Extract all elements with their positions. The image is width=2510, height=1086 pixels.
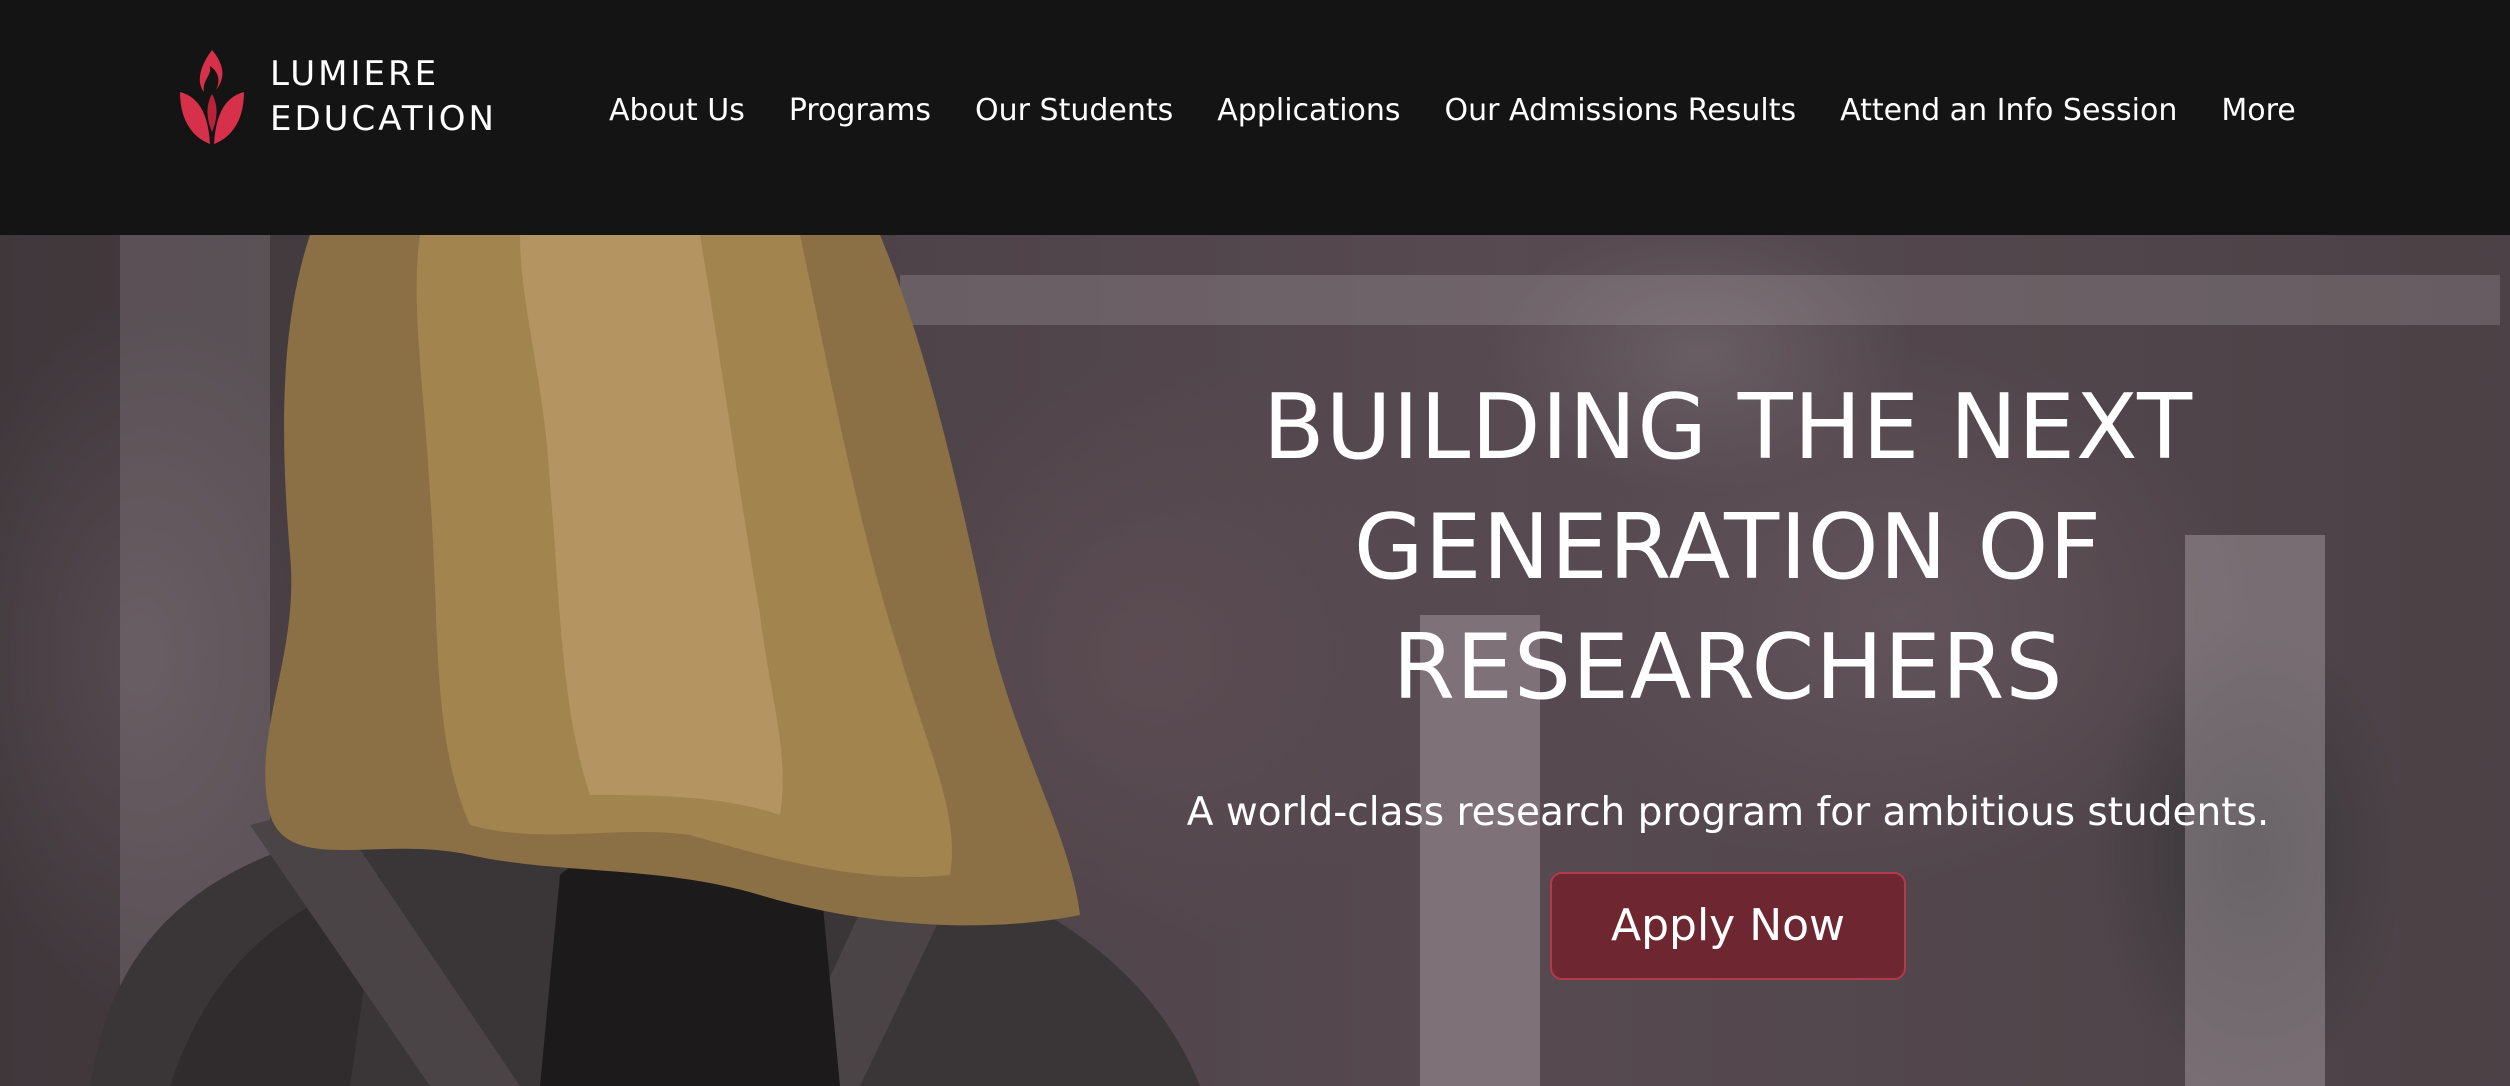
nav-programs[interactable]: Programs (789, 88, 931, 134)
nav-info-session[interactable]: Attend an Info Session (1840, 88, 2177, 134)
brand-line-2: EDUCATION (270, 99, 497, 139)
apply-now-button[interactable]: Apply Now (1550, 872, 1906, 980)
student-photo (90, 235, 1200, 1086)
site-header: LUMIERE EDUCATION About Us Programs Our … (0, 0, 2510, 235)
brand-wordmark: LUMIERE EDUCATION (270, 52, 497, 142)
nav-applications[interactable]: Applications (1217, 88, 1400, 134)
hero-subheadline: A world-class research program for ambit… (1186, 790, 2270, 835)
brand-line-1: LUMIERE (270, 54, 440, 94)
main-nav: About Us Programs Our Students Applicati… (609, 88, 2296, 134)
headline-line-3: RESEARCHERS (1392, 615, 2064, 720)
brand-logo-link[interactable]: LUMIERE EDUCATION (176, 48, 497, 146)
nav-our-students[interactable]: Our Students (975, 88, 1173, 134)
nav-admissions-results[interactable]: Our Admissions Results (1445, 88, 1797, 134)
headline-line-2: GENERATION OF (1353, 495, 2103, 600)
hero-section: BUILDING THE NEXT GENERATION OF RESEARCH… (0, 235, 2510, 1086)
flame-leaf-logo-icon (180, 50, 244, 144)
headline-line-1: BUILDING THE NEXT (1262, 375, 2194, 480)
hero-headline: BUILDING THE NEXT GENERATION OF RESEARCH… (1112, 368, 2344, 728)
nav-more[interactable]: More (2221, 88, 2295, 134)
nav-about-us[interactable]: About Us (609, 88, 745, 134)
